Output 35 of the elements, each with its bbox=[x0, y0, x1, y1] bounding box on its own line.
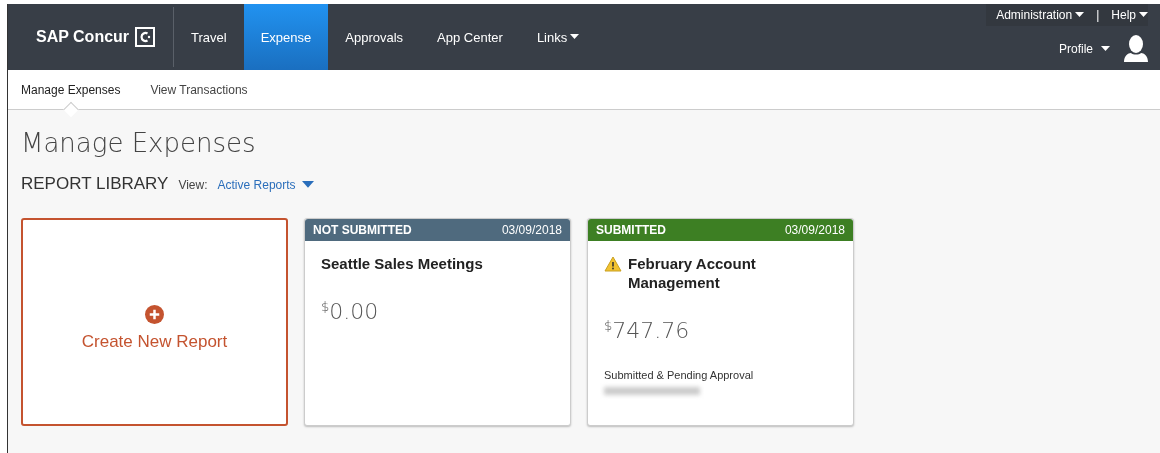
report-amount: $^{$}$747.76 bbox=[604, 318, 691, 344]
status-label: SUBMITTED bbox=[596, 223, 666, 237]
report-card[interactable]: NOT SUBMITTED 03/09/2018 Seattle Sales Meetings $^{$}$0.00 bbox=[304, 218, 571, 426]
logo-icon bbox=[135, 27, 156, 47]
plus-icon bbox=[145, 305, 164, 324]
separator: | bbox=[1096, 8, 1100, 22]
caret-icon bbox=[1075, 12, 1085, 18]
status-note: Submitted & Pending Approval bbox=[604, 369, 755, 382]
sub-tab[interactable]: View Transactions bbox=[150, 70, 248, 109]
view-dropdown[interactable]: Active Reports bbox=[217, 178, 314, 192]
report-date: 03/09/2018 bbox=[784, 223, 845, 237]
section-title: REPORT LIBRARY bbox=[21, 174, 169, 194]
report-title: Seattle Sales Meetings bbox=[321, 254, 483, 273]
nav-tab[interactable]: Approvals bbox=[328, 4, 421, 70]
caret-icon bbox=[301, 181, 314, 189]
profile-menu[interactable]: Profile bbox=[1059, 42, 1110, 56]
view-label: View: bbox=[178, 178, 208, 192]
report-title: February Account Management bbox=[628, 254, 757, 292]
menu-link[interactable]: Administration bbox=[996, 8, 1085, 22]
avatar-icon[interactable] bbox=[1124, 34, 1148, 64]
nav-tab[interactable]: App Center bbox=[420, 4, 520, 70]
create-report-button[interactable]: Create New Report bbox=[21, 218, 288, 426]
report-date: 03/09/2018 bbox=[501, 223, 562, 237]
caret-icon bbox=[1139, 12, 1148, 18]
nav-tab[interactable]: Travel bbox=[174, 4, 244, 70]
report-amount: $^{$}$0.00 bbox=[321, 299, 380, 325]
page-title: Manage Expenses bbox=[21, 128, 257, 158]
sub-tab[interactable]: Manage Expenses bbox=[21, 70, 121, 109]
nav-tab[interactable]: Expense bbox=[243, 4, 329, 70]
status-label: NOT SUBMITTED bbox=[313, 223, 412, 237]
report-card[interactable]: SUBMITTED 03/09/2018 February Account Management $^{$}$747.76 Submitted & Pending Approval bbox=[587, 218, 854, 426]
nav-tab[interactable]: Links bbox=[519, 4, 597, 70]
caret-icon bbox=[1101, 46, 1110, 52]
menu-link[interactable]: Help bbox=[1111, 8, 1148, 22]
logo-text: SAP Concur bbox=[36, 28, 130, 46]
